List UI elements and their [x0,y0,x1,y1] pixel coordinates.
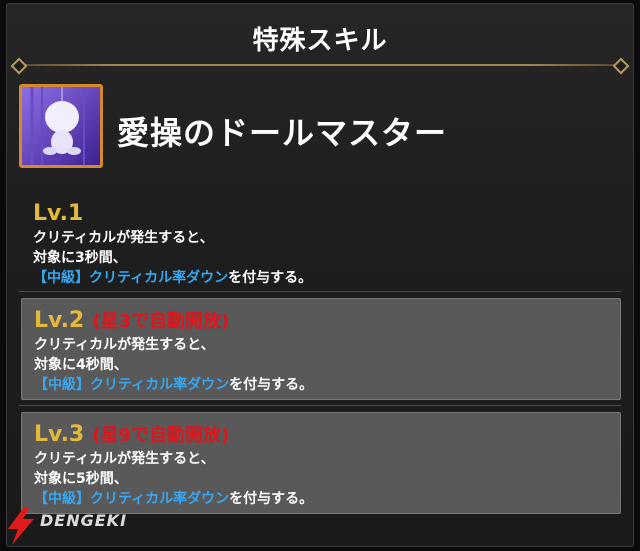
level-header: Lv.1 [33,200,609,228]
level-divider [19,405,621,406]
level-description-line2: 対象に3秒間、 [33,250,127,266]
skill-name: 愛操のドールマスター [117,114,448,152]
debuff-name: 【中級】クリティカル率ダウン [34,377,230,393]
skill-level-2: Lv.2 (星3で自動開放) クリティカルが発生すると、 対象に4秒間、 【中級】… [21,298,621,400]
level-description-line1: クリティカルが発生すると、 [34,451,215,467]
special-skill-panel: 特殊スキル 愛操のドールマスター Lv.1 クリティカルが発生すると、 対象に3… [6,3,634,547]
doll-character-icon [19,84,103,168]
level-header: Lv.2 (星3で自動開放) [34,307,608,335]
skill-level-3: Lv.3 (星9で自動開放) クリティカルが発生すると、 対象に5秒間、 【中級】… [21,412,621,514]
title-divider [19,64,621,66]
level-label: Lv.3 [34,422,85,447]
unlock-condition: (星3で自動開放) [92,311,230,332]
title-bar: 特殊スキル [7,4,633,75]
divider-diamond-left-icon [10,57,28,75]
dengeki-logo-icon [8,507,34,545]
page-title: 特殊スキル [252,26,388,56]
watermark: DENGEKI [4,505,134,549]
level-label: Lv.2 [34,308,85,333]
debuff-name: 【中級】クリティカル率ダウン [33,270,229,286]
level-description-line2: 対象に5秒間、 [34,471,128,487]
level-divider [19,291,621,292]
watermark-text: DENGEKI [40,511,128,530]
level-description-line1: クリティカルが発生すると、 [34,337,215,353]
divider-diamond-right-icon [612,57,630,75]
level-description-line1: クリティカルが発生すると、 [33,230,214,246]
level-description-line3: 【中級】クリティカル率ダウンを付与する。 [33,268,609,288]
level-label: Lv.1 [33,201,84,226]
level-header: Lv.3 (星9で自動開放) [34,421,608,449]
level-description-line3: 【中級】クリティカル率ダウンを付与する。 [34,375,608,395]
unlock-condition: (星9で自動開放) [92,425,230,446]
level-description-suffix: を付与する。 [228,270,313,286]
level-description-suffix: を付与する。 [229,491,314,507]
level-description-line2: 対象に4秒間、 [34,357,128,373]
skill-level-1: Lv.1 クリティカルが発生すると、 対象に3秒間、 【中級】クリティカル率ダウ… [21,192,621,294]
level-description-suffix: を付与する。 [229,377,314,393]
